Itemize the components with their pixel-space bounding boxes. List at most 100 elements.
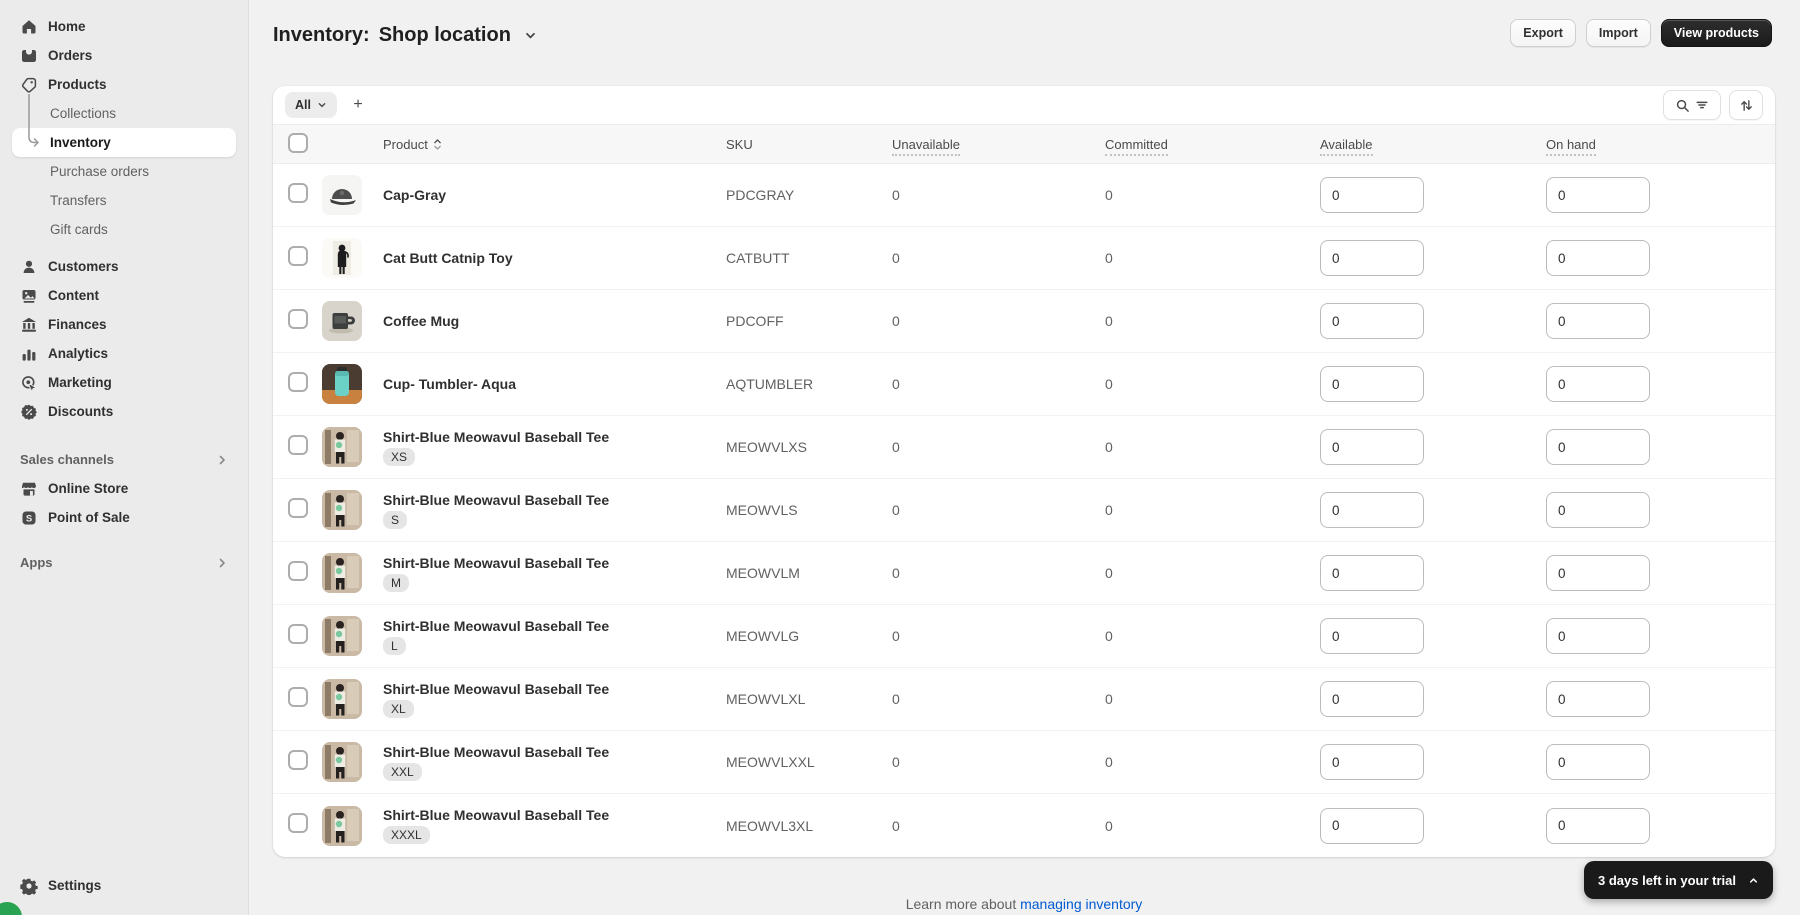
sidebar-item-settings[interactable]: Settings [12,871,236,900]
sidebar-item-discounts[interactable]: Discounts [12,397,236,426]
chevron-right-icon [219,558,225,567]
product-name-link[interactable]: Shirt-Blue Meowavul Baseball Tee [383,618,609,634]
on-hand-input[interactable] [1546,807,1650,844]
available-input[interactable] [1320,681,1424,717]
sort-button[interactable] [1729,90,1763,120]
available-input[interactable] [1320,807,1424,844]
sku-value: PDCOFF [726,313,784,329]
sidebar-item-home[interactable]: Home [12,12,236,41]
sidebar-item-customers[interactable]: Customers [12,252,236,281]
column-header-committed[interactable]: Committed [1105,136,1168,156]
sidebar-item-inventory[interactable]: Inventory [12,128,236,157]
on-hand-input[interactable] [1546,681,1650,717]
chevron-right-icon [219,455,225,464]
view-products-button[interactable]: View products [1660,19,1772,47]
sidebar-item-products[interactable]: Products [12,70,236,99]
select-all-checkbox[interactable] [288,132,308,153]
row-checkbox[interactable] [288,749,308,770]
available-input[interactable] [1320,303,1424,339]
column-header-on-hand[interactable]: On hand [1546,136,1596,156]
product-name-link[interactable]: Shirt-Blue Meowavul Baseball Tee [383,681,609,697]
unavailable-value: 0 [892,439,900,455]
page-actions: Export Import View products [1510,19,1772,47]
sort-carets-icon[interactable] [433,138,442,151]
sidebar-item-orders[interactable]: Orders [12,41,236,70]
product-name-link[interactable]: Shirt-Blue Meowavul Baseball Tee [383,492,609,508]
product-name-link[interactable]: Cup- Tumbler- Aqua [383,376,516,392]
import-button[interactable]: Import [1585,19,1651,47]
search-and-filter-button[interactable] [1663,90,1721,120]
variant-badge: XXL [383,762,422,781]
row-checkbox[interactable] [288,497,308,518]
row-checkbox[interactable] [288,308,308,329]
available-input[interactable] [1320,366,1424,402]
sidebar-item-label: Online Store [48,481,129,496]
chat-widget-icon[interactable] [0,902,22,915]
sidebar-item-online-store[interactable]: Online Store [12,474,236,503]
product-name-link[interactable]: Shirt-Blue Meowavul Baseball Tee [383,807,609,823]
sidebar-item-transfers[interactable]: Transfers [12,186,236,215]
row-checkbox[interactable] [288,182,308,203]
on-hand-input[interactable] [1546,744,1650,780]
committed-value: 0 [1105,502,1113,518]
tab-all[interactable]: All [285,92,337,118]
available-input[interactable] [1320,429,1424,465]
shirt-thumbnail [322,616,362,656]
on-hand-input[interactable] [1546,366,1650,402]
sidebar-item-label: Discounts [48,404,114,419]
available-input[interactable] [1320,240,1424,276]
sidebar-header-sales-channels[interactable]: Sales channels [12,445,236,474]
sidebar-item-point-of-sale[interactable]: S Point of Sale [12,503,236,532]
location-picker-caret[interactable] [520,25,542,47]
export-button[interactable]: Export [1510,19,1576,47]
available-input[interactable] [1320,744,1424,780]
available-input[interactable] [1320,177,1424,213]
row-checkbox[interactable] [288,623,308,644]
cap-thumbnail [322,175,362,215]
unavailable-value: 0 [892,376,900,392]
product-name-link[interactable]: Cat Butt Catnip Toy [383,250,513,266]
on-hand-input[interactable] [1546,429,1650,465]
committed-value: 0 [1105,187,1113,203]
product-name-link[interactable]: Cap-Gray [383,187,446,203]
on-hand-input[interactable] [1546,618,1650,654]
sidebar-item-analytics[interactable]: Analytics [12,339,236,368]
on-hand-input[interactable] [1546,177,1650,213]
available-input[interactable] [1320,555,1424,591]
product-name-link[interactable]: Coffee Mug [383,313,459,329]
sidebar-item-purchase-orders[interactable]: Purchase orders [12,157,236,186]
on-hand-input[interactable] [1546,240,1650,276]
on-hand-input[interactable] [1546,492,1650,528]
row-checkbox[interactable] [288,434,308,455]
product-name-link[interactable]: Shirt-Blue Meowavul Baseball Tee [383,744,609,760]
sidebar-item-finances[interactable]: Finances [12,310,236,339]
sidebar-item-content[interactable]: Content [12,281,236,310]
row-checkbox[interactable] [288,813,308,833]
committed-value: 0 [1105,817,1113,834]
column-header-product[interactable]: Product [383,137,428,152]
add-view-button[interactable]: + [345,92,371,118]
chevron-up-icon [1749,877,1758,883]
variant-badge: XS [383,447,416,466]
product-name-link[interactable]: Shirt-Blue Meowavul Baseball Tee [383,555,609,571]
managing-inventory-link[interactable]: managing inventory [1020,896,1142,912]
sku-value: PDCGRAY [726,187,795,203]
sidebar-header-apps[interactable]: Apps [12,548,236,577]
sidebar-item-collections[interactable]: Collections [12,99,236,128]
row-checkbox[interactable] [288,686,308,707]
trial-banner-label: 3 days left in your trial [1598,872,1736,888]
on-hand-input[interactable] [1546,555,1650,591]
trial-banner[interactable]: 3 days left in your trial [1584,861,1773,899]
row-checkbox[interactable] [288,560,308,581]
on-hand-input[interactable] [1546,303,1650,339]
sidebar-item-gift-cards[interactable]: Gift cards [12,215,236,244]
row-checkbox[interactable] [288,245,308,266]
product-name-link[interactable]: Shirt-Blue Meowavul Baseball Tee [383,429,609,445]
sidebar-item-marketing[interactable]: Marketing [12,368,236,397]
available-input[interactable] [1320,492,1424,528]
available-input[interactable] [1320,618,1424,654]
row-checkbox[interactable] [288,371,308,392]
shirt-thumbnail [322,427,362,467]
column-header-available[interactable]: Available [1320,136,1373,156]
column-header-unavailable[interactable]: Unavailable [892,136,960,156]
